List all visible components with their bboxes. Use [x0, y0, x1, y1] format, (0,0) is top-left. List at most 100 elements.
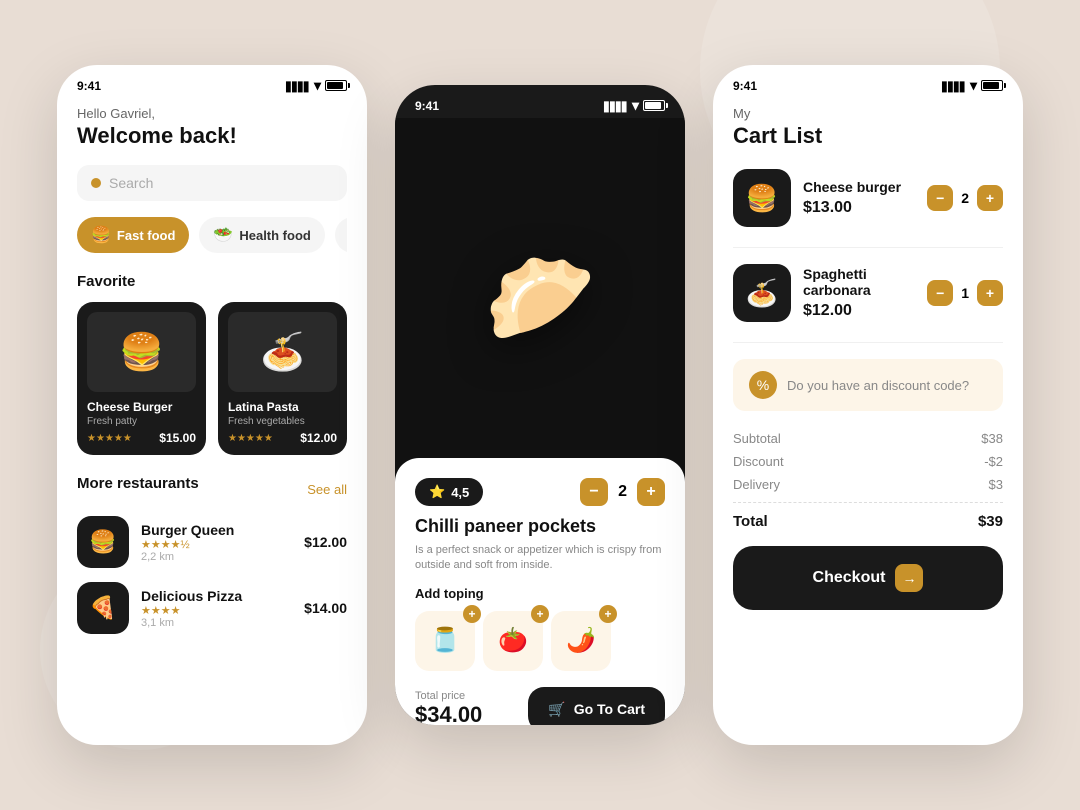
cart-title-sub: My: [733, 106, 1003, 121]
fav-card-1[interactable]: 🍝 Latina Pasta Fresh vegetables ★★★★★ $1…: [218, 302, 347, 455]
time-left: 9:41: [77, 79, 101, 93]
summary-divider: [733, 502, 1003, 503]
search-dot-icon: [91, 178, 101, 188]
star-icon: ⭐: [429, 484, 445, 500]
rating-badge: ⭐ 4,5: [415, 478, 483, 506]
cart-increase-1[interactable]: +: [977, 280, 1003, 306]
cart-item-1: 🍝 Spaghetti carbonara $12.00 − 1 +: [733, 264, 1003, 322]
topping-icon-0: 🫙: [430, 626, 460, 655]
status-bar-left: 9:41: [57, 65, 367, 98]
subtotal-value: $38: [981, 431, 1003, 446]
rest-price-1: $14.00: [304, 600, 347, 616]
favorites-row: 🍔 Cheese Burger Fresh patty ★★★★★ $15.00…: [77, 302, 347, 455]
summary-subtotal: Subtotal $38: [733, 431, 1003, 446]
rest-img-0: 🍔: [77, 516, 129, 568]
rest-stars-1: ★★★★: [141, 604, 292, 617]
quantity-decrease[interactable]: −: [580, 478, 608, 506]
wifi-icon: [314, 77, 321, 94]
food-hero-image: 🥟: [484, 246, 596, 351]
summary-discount: Discount -$2: [733, 454, 1003, 469]
time-right: 9:41: [733, 79, 757, 93]
category-fast-food[interactable]: 🍔 Fast food: [77, 217, 189, 253]
topping-add-0[interactable]: +: [463, 605, 481, 623]
discount-box[interactable]: % Do you have an discount code?: [733, 359, 1003, 411]
go-to-cart-button[interactable]: 🛒 Go To Cart: [528, 687, 665, 725]
topping-1[interactable]: 🍅 +: [483, 611, 543, 671]
cart-item-info-1: Spaghetti carbonara $12.00: [803, 266, 915, 320]
fav-img-1: 🍝: [228, 312, 337, 392]
left-content: Hello Gavriel, Welcome back! Search 🍔 Fa…: [57, 98, 367, 738]
product-hero-area: 🥟: [395, 118, 685, 478]
fav-footer-0: ★★★★★ $15.00: [87, 431, 196, 445]
product-footer: Total price $34.00 🛒 Go To Cart: [415, 687, 665, 725]
cart-qty-1: − 1 +: [927, 280, 1003, 306]
product-header: ⭐ 4,5 − 2 +: [415, 478, 665, 506]
divider-1: [733, 342, 1003, 343]
right-battery-icon: [981, 80, 1003, 91]
search-bar[interactable]: Search: [77, 165, 347, 201]
quantity-increase[interactable]: +: [637, 478, 665, 506]
time-mid: 9:41: [415, 99, 439, 113]
category-health-food[interactable]: 🥗 Health food: [199, 217, 324, 253]
cart-decrease-0[interactable]: −: [927, 185, 953, 211]
fav-price-0: $15.00: [159, 431, 196, 445]
phones-container: 9:41 Hello Gavriel, Welcome back! Search…: [57, 65, 1023, 745]
fav-card-0[interactable]: 🍔 Cheese Burger Fresh patty ★★★★★ $15.00: [77, 302, 206, 455]
see-all-button[interactable]: See all: [307, 482, 347, 497]
topping-add-1[interactable]: +: [531, 605, 549, 623]
fav-name-0: Cheese Burger: [87, 400, 196, 414]
categories-row: 🍔 Fast food 🥗 Health food 🍇 Fruit: [77, 217, 347, 253]
cart-item-price-1: $12.00: [803, 302, 915, 320]
status-bar-mid: 9:41: [395, 85, 685, 118]
total-price-block: Total price $34.00: [415, 690, 482, 725]
signal-icon: [286, 79, 310, 93]
cart-increase-0[interactable]: +: [977, 185, 1003, 211]
total-label: Total: [733, 513, 768, 530]
category-fruit[interactable]: 🍇 Fruit: [335, 217, 347, 253]
favorites-title: Favorite: [77, 273, 347, 290]
right-content: My Cart List 🍔 Cheese burger $13.00 − 2 …: [713, 106, 1023, 610]
total-price-value: $34.00: [415, 702, 482, 725]
cart-item-info-0: Cheese burger $13.00: [803, 179, 915, 217]
fast-food-label: Fast food: [117, 228, 176, 243]
health-food-icon: 🥗: [213, 225, 233, 245]
rest-info-1: Delicious Pizza ★★★★ 3,1 km: [141, 588, 292, 629]
status-icons-right: [942, 77, 1003, 94]
quantity-value: 2: [618, 483, 627, 501]
fav-stars-0: ★★★★★: [87, 433, 132, 444]
status-icons-left: [286, 77, 347, 94]
fav-img-0: 🍔: [87, 312, 196, 392]
total-price-label: Total price: [415, 690, 482, 702]
health-food-label: Health food: [239, 228, 311, 243]
cart-item-name-0: Cheese burger: [803, 179, 915, 195]
rest-dist-1: 3,1 km: [141, 617, 292, 629]
topping-2[interactable]: 🌶️ +: [551, 611, 611, 671]
checkout-button[interactable]: Checkout →: [733, 546, 1003, 610]
add-toping-title: Add toping: [415, 586, 665, 601]
rest-dist-0: 2,2 km: [141, 551, 292, 563]
delivery-label: Delivery: [733, 477, 780, 492]
delivery-value: $3: [989, 477, 1003, 492]
rest-price-0: $12.00: [304, 534, 347, 550]
restaurant-item-0[interactable]: 🍔 Burger Queen ★★★★½ 2,2 km $12.00: [77, 516, 347, 568]
cart-item-0: 🍔 Cheese burger $13.00 − 2 +: [733, 169, 1003, 227]
topping-add-2[interactable]: +: [599, 605, 617, 623]
toppings-row: 🫙 + 🍅 + 🌶️ +: [415, 611, 665, 671]
phone-right: 9:41 My Cart List 🍔 Cheese burger $13.00…: [713, 65, 1023, 745]
rest-img-1: 🍕: [77, 582, 129, 634]
cart-decrease-1[interactable]: −: [927, 280, 953, 306]
cart-qty-val-0: 2: [961, 190, 969, 206]
discount-text: Do you have an discount code?: [787, 378, 969, 393]
topping-0[interactable]: 🫙 +: [415, 611, 475, 671]
total-value: $39: [978, 513, 1003, 530]
mid-signal-icon: [604, 99, 628, 113]
rest-stars-0: ★★★★½: [141, 538, 292, 551]
cart-item-price-0: $13.00: [803, 199, 915, 217]
quantity-controls: − 2 +: [580, 478, 665, 506]
right-signal-icon: [942, 79, 966, 93]
cart-title-main: Cart List: [733, 123, 1003, 149]
topping-icon-1: 🍅: [498, 626, 528, 655]
discount-icon: %: [749, 371, 777, 399]
rest-info-0: Burger Queen ★★★★½ 2,2 km: [141, 522, 292, 563]
restaurant-item-1[interactable]: 🍕 Delicious Pizza ★★★★ 3,1 km $14.00: [77, 582, 347, 634]
